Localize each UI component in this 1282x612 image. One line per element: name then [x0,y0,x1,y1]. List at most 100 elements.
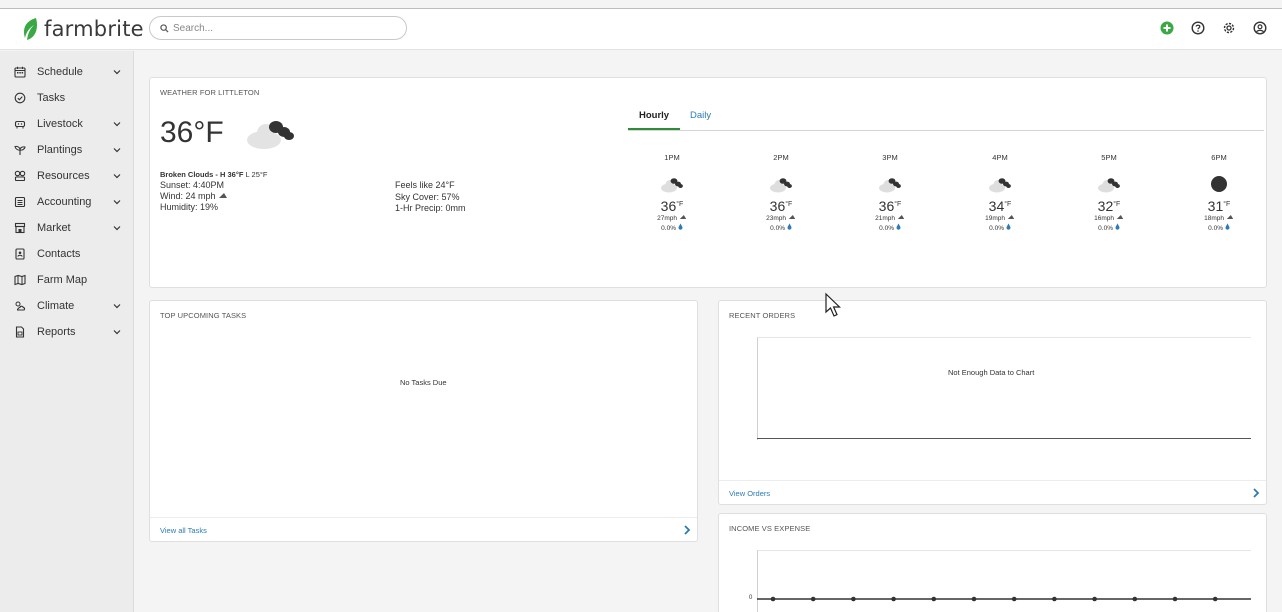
weather-title: WEATHER FOR LITTLETON [160,88,260,97]
forecast-wind: 27mph [637,214,707,223]
mouse-cursor-icon [825,292,841,317]
gear-icon[interactable] [1221,20,1237,36]
forecast-time: 1PM [664,153,680,162]
income-vs-expense-card: INCOME VS EXPENSE 0 [718,513,1267,612]
forecast-precip: 0.0% [746,223,816,233]
current-temperature: 36°F [160,116,224,149]
sidebar-item-tasks[interactable]: Tasks [0,85,133,111]
map-icon [14,274,26,286]
farmbrite-logo[interactable]: farmbrite [20,15,144,43]
forecast-precip: 0.0% [965,223,1035,233]
income-data-point [1212,596,1218,602]
help-icon[interactable] [1190,20,1206,36]
sidebar-item-resources[interactable]: Resources [0,163,133,189]
tab-hourly[interactable]: Hourly [627,110,681,130]
sprout-icon [14,144,26,156]
search-input[interactable] [173,22,393,34]
view-orders-link[interactable]: View Orders [729,489,770,498]
chevron-down-icon[interactable] [113,301,121,309]
wind-direction-icon [219,193,228,198]
hourly-forecast-item: 3PM 36°F 21mph 0.0% [855,153,925,233]
tasks-footer: View all Tasks [150,517,697,541]
view-all-tasks-link[interactable]: View all Tasks [160,526,207,535]
sidebar-item-label: Livestock [37,118,83,130]
tab-daily[interactable]: Daily [690,110,711,121]
sidebar-item-label: Contacts [37,248,81,260]
sidebar: Schedule Tasks Livestock Plantings Resources… [0,51,134,612]
orders-chart-baseline [757,438,1251,439]
search-box[interactable] [149,16,407,40]
cow-icon [14,118,26,130]
income-data-point [810,596,816,602]
sidebar-item-contacts[interactable]: Contacts [0,241,133,267]
broken-clouds-icon [1097,175,1121,193]
report-icon [14,326,26,338]
sidebar-item-farm-map[interactable]: Farm Map [0,267,133,293]
check-circle-icon [14,92,26,104]
orders-empty-message: Not Enough Data to Chart [948,368,1035,377]
wind-direction-icon [897,215,905,219]
raindrop-icon [787,223,792,230]
income-data-point [1092,596,1097,602]
hourly-forecast: 1PM 36°F 27mph 0.0% 2PM 36°F 23mph 0.0% 3PM 3… [628,153,1264,253]
sidebar-item-reports[interactable]: Reports [0,319,133,345]
sidebar-item-schedule[interactable]: Schedule [0,59,133,85]
brand-name: farmbrite [44,17,144,41]
sidebar-item-livestock[interactable]: Livestock [0,111,133,137]
sidebar-item-plantings[interactable]: Plantings [0,137,133,163]
wind-direction-icon [788,215,796,219]
forecast-time: 6PM [1211,153,1227,162]
income-series-line [757,596,1251,602]
income-data-point [1052,596,1057,602]
orders-footer: View Orders [719,480,1266,504]
forecast-precip: 0.0% [637,223,707,233]
sidebar-item-label: Market [37,222,71,234]
sidebar-item-market[interactable]: Market [0,215,133,241]
forecast-time: 5PM [1101,153,1117,162]
forecast-time: 3PM [882,153,898,162]
chevron-down-icon[interactable] [113,327,121,335]
hourly-forecast-item: 4PM 34°F 19mph 0.0% [965,153,1035,233]
hourly-forecast-item: 5PM 32°F 16mph 0.0% [1074,153,1144,233]
wind-direction-icon [1226,215,1234,219]
forecast-temp: 32°F [1097,198,1121,214]
chevron-down-icon[interactable] [113,145,121,153]
sidebar-item-climate[interactable]: Climate [0,293,133,319]
sidebar-item-label: Accounting [37,196,92,208]
chevron-right-icon[interactable] [683,525,691,535]
user-icon[interactable] [1252,20,1268,36]
feels-like-text: Feels like 24°F [395,180,455,190]
broken-clouds-icon [247,121,294,149]
income-data-point [1132,596,1138,602]
income-data-point [971,596,977,602]
forecast-temp: 36°F [878,198,902,214]
raindrop-icon [678,223,683,230]
forecast-tabs: Hourly Daily [627,108,1264,131]
hourly-forecast-item: 1PM 36°F 27mph 0.0% [637,153,707,233]
broken-clouds-icon [660,175,684,193]
orders-chart-area [757,337,1251,440]
forecast-temp: 36°F [660,198,684,214]
chevron-down-icon[interactable] [113,223,121,231]
sidebar-item-label: Climate [37,300,75,312]
store-icon [14,222,26,234]
sidebar-item-label: Reports [37,326,76,338]
forecast-wind: 23mph [746,214,816,223]
sidebar-item-accounting[interactable]: Accounting [0,189,133,215]
chevron-down-icon[interactable] [113,197,121,205]
upcoming-tasks-card: TOP UPCOMING TASKS No Tasks Due View all… [149,300,698,542]
sidebar-item-label: Schedule [37,66,83,78]
chevron-right-icon[interactable] [1252,488,1260,498]
income-chart-gridline [757,550,1251,551]
contact-card-icon [14,248,26,260]
chevron-down-icon[interactable] [113,119,121,127]
chevron-down-icon[interactable] [113,171,121,179]
add-icon[interactable] [1159,20,1175,36]
chevron-down-icon[interactable] [113,67,121,75]
weather-card: WEATHER FOR LITTLETON 36°F Broken Clouds… [149,77,1267,288]
broken-clouds-icon [769,175,793,193]
tasks-title: TOP UPCOMING TASKS [160,311,247,320]
wind-direction-icon [1007,215,1015,219]
forecast-temp: 34°F [988,198,1012,214]
sidebar-item-label: Tasks [37,92,66,104]
